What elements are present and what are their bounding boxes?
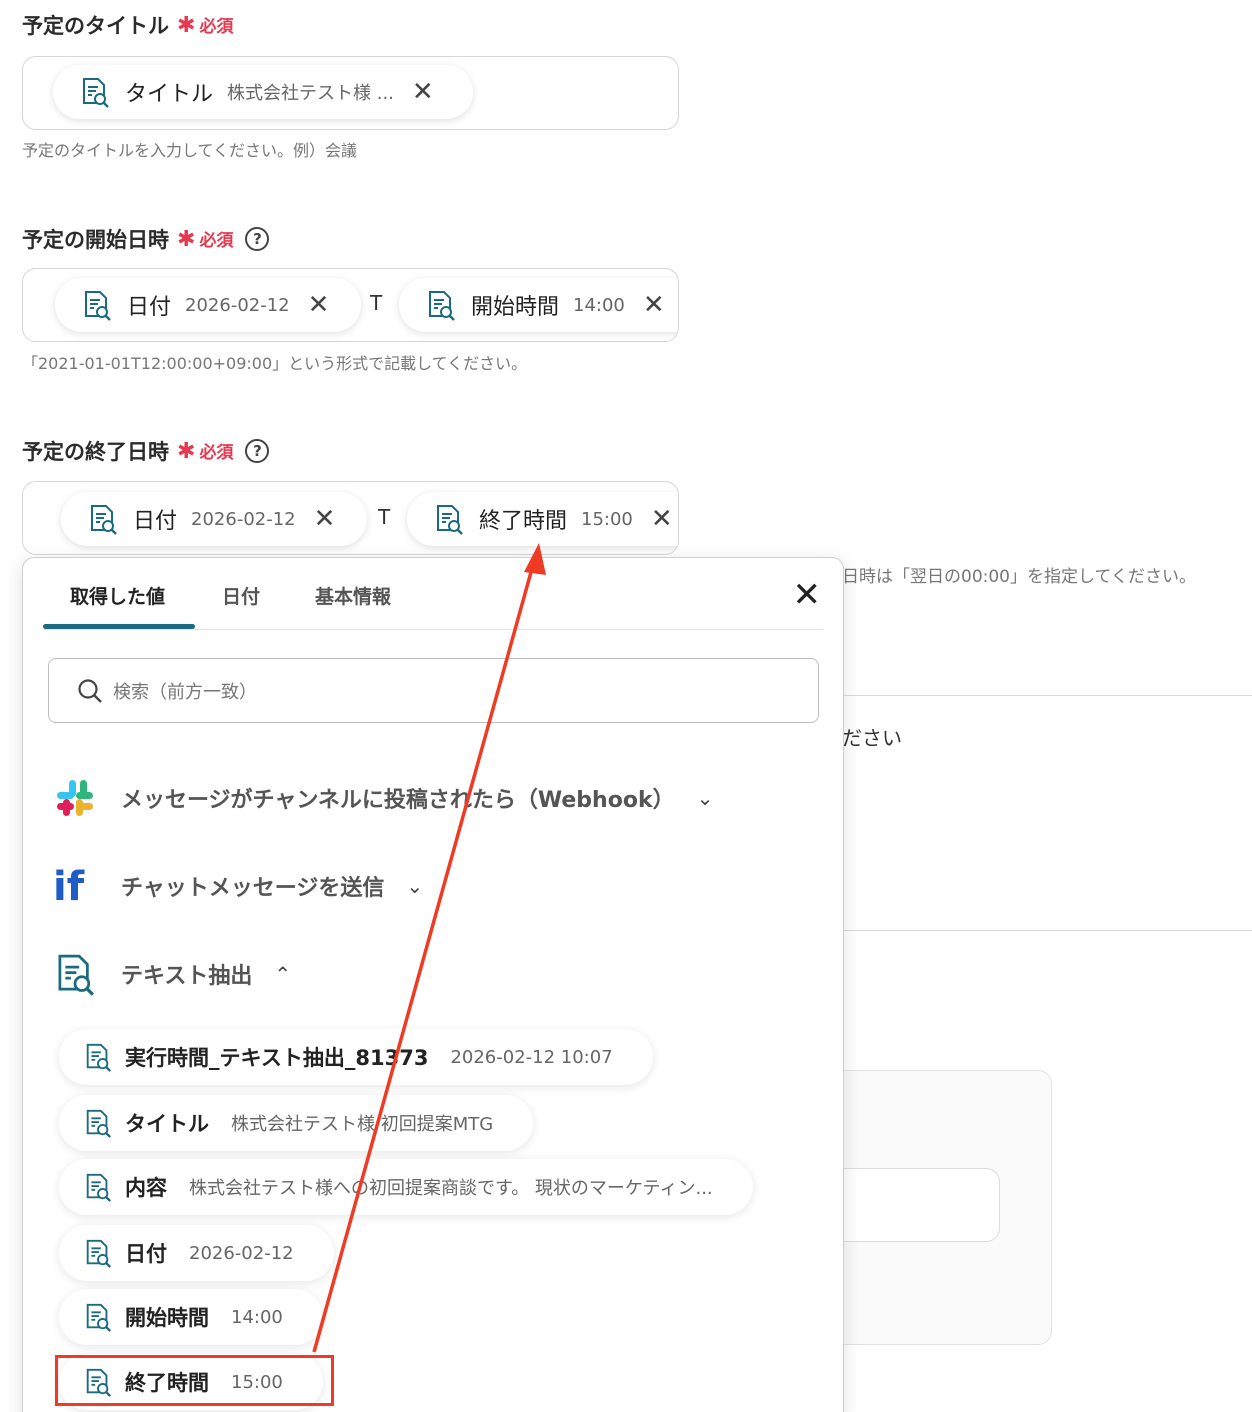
title-variable-pill[interactable]: タイトル 株式会社テスト様 ... ✕: [53, 65, 473, 119]
pill-name: 開始時間: [471, 295, 560, 320]
chevron-down-icon: ⌄: [406, 874, 424, 898]
divider: [842, 695, 1252, 696]
pill-name: 終了時間: [479, 509, 568, 534]
end-date-pill[interactable]: 日付 2026-02-12 ✕: [61, 492, 367, 546]
title-hint: 予定のタイトルを入力してください。例）会議: [22, 141, 358, 160]
text-extract-icon: [83, 1042, 113, 1072]
start-date-pill[interactable]: 日付 2026-02-12 ✕: [55, 278, 361, 332]
remove-icon[interactable]: ✕: [643, 290, 665, 320]
end-time-pill[interactable]: 終了時間 15:00 ✕: [407, 492, 678, 546]
value-picker-popup: 取得した値 日付 基本情報 ✕ 検索（前方一致） メッセージがチャンネルに投稿さ: [22, 557, 844, 1412]
slack-icon: [53, 776, 97, 820]
tab-basic-info[interactable]: 基本情報: [315, 582, 391, 609]
text-extract-icon: [83, 1172, 113, 1202]
list-item[interactable]: タイトル 株式会社テスト様 初回提案MTG: [59, 1095, 534, 1151]
remove-icon[interactable]: ✕: [651, 504, 673, 534]
pill-name: 日付: [133, 509, 178, 534]
list-item[interactable]: 実行時間_テキスト抽出_81373 2026-02-12 10:07: [59, 1029, 653, 1085]
pill-name: タイトル: [125, 82, 214, 107]
pill-value: 2026-02-12: [185, 294, 290, 316]
end-hint: 日時は「翌日の00:00」を指定してください。: [842, 567, 1196, 587]
pill-value: 15:00: [581, 508, 633, 530]
text-extract-icon: [81, 289, 113, 321]
required-badge: ✱ 必須: [177, 13, 234, 38]
svg-text:if: if: [53, 866, 85, 906]
text-extract-icon: [79, 76, 111, 108]
popup-tabs: 取得した値 日付 基本情報: [43, 558, 823, 630]
list-item[interactable]: 日付 2026-02-12: [59, 1225, 334, 1281]
start-datetime-input[interactable]: 日付 2026-02-12 ✕ T 開始時間 14:00 ✕: [22, 268, 679, 342]
tab-acquired-values[interactable]: 取得した値: [70, 582, 165, 609]
remove-icon[interactable]: ✕: [308, 290, 330, 320]
section-chat-message[interactable]: if チャットメッセージを送信 ⌄: [53, 864, 423, 908]
text-extract-icon: [53, 952, 97, 996]
close-icon[interactable]: ✕: [793, 578, 822, 612]
search-icon: [78, 678, 102, 703]
end-field-label: 予定の終了日時 ✱ 必須 ?: [22, 436, 270, 466]
section-text-extract[interactable]: テキスト抽出 ⌃: [53, 952, 291, 996]
help-icon[interactable]: ?: [245, 439, 270, 463]
text-extract-icon: [433, 503, 465, 535]
start-hint: 「2021-01-01T12:00:00+09:00」という形式で記載してくださ…: [22, 354, 528, 373]
tab-date[interactable]: 日付: [222, 582, 260, 609]
search-input[interactable]: 検索（前方一致）: [48, 658, 819, 723]
pill-name: 日付: [127, 295, 172, 320]
chevron-up-icon: ⌃: [274, 962, 292, 986]
help-icon[interactable]: ?: [245, 227, 270, 251]
pill-value: 14:00: [573, 294, 625, 316]
remove-icon[interactable]: ✕: [314, 504, 336, 534]
chevron-down-icon: ⌄: [696, 786, 714, 810]
text-extract-icon: [87, 503, 119, 535]
divider: [842, 930, 1252, 931]
title-field-label: 予定のタイトル ✱ 必須: [22, 13, 234, 38]
if-icon: if: [53, 864, 97, 908]
list-item[interactable]: 開始時間 14:00: [59, 1289, 323, 1345]
start-time-pill[interactable]: 開始時間 14:00 ✕: [399, 278, 678, 332]
text-extract-icon: [425, 289, 457, 321]
section-slack-trigger[interactable]: メッセージがチャンネルに投稿されたら（Webhook） ⌄: [53, 776, 713, 820]
datetime-separator: T: [378, 505, 391, 529]
required-badge: ✱ 必須: [177, 227, 234, 252]
title-input[interactable]: タイトル 株式会社テスト様 ... ✕: [22, 56, 679, 130]
pill-value: 株式会社テスト様 ...: [227, 83, 394, 104]
text-extract-icon: [83, 1238, 113, 1268]
start-field-label: 予定の開始日時 ✱ 必須 ?: [22, 224, 270, 254]
required-badge: ✱ 必須: [177, 439, 234, 464]
end-datetime-input[interactable]: 日付 2026-02-12 ✕ T 終了時間 15:00 ✕: [22, 481, 679, 555]
remove-icon[interactable]: ✕: [412, 77, 434, 107]
background-text: ださい: [842, 726, 902, 750]
datetime-separator: T: [370, 291, 383, 315]
highlight-box: [55, 1355, 334, 1406]
list-item[interactable]: 内容 株式会社テスト様への初回提案商談です。 現状のマーケティン...: [59, 1159, 753, 1215]
pill-value: 2026-02-12: [191, 508, 296, 530]
text-extract-icon: [83, 1108, 113, 1138]
active-tab-indicator: [43, 624, 195, 629]
text-extract-icon: [83, 1302, 113, 1332]
